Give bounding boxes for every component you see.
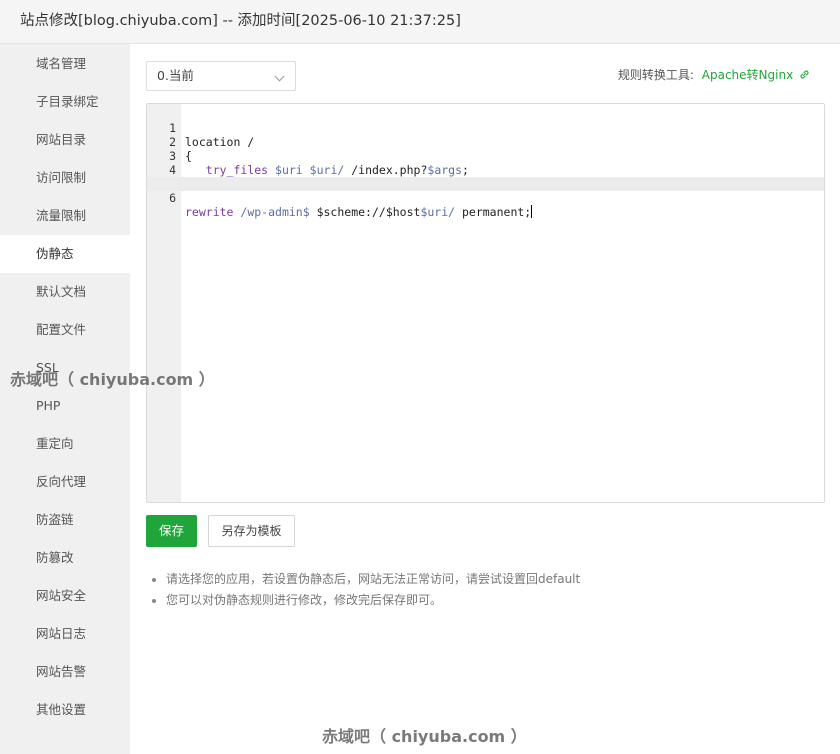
tip-item: 您可以对伪静态规则进行修改，修改完后保存即可。	[152, 590, 580, 611]
code-line: 3 try_files $uri $uri/ /index.php?$args;	[147, 135, 824, 177]
sidebar-item-traffic-limit[interactable]: 流量限制	[0, 197, 130, 235]
window-title: 站点修改[blog.chiyuba.com] -- 添加时间[2025-06-1…	[0, 0, 840, 44]
converter-link-text: Apache转Nginx	[701, 68, 794, 82]
rewrite-template-select[interactable]: 0.当前	[146, 61, 296, 91]
code-line: 5	[147, 163, 824, 191]
sidebar-item-site-directory[interactable]: 网站目录	[0, 121, 130, 159]
code-line: 2 {	[147, 121, 824, 163]
select-value: 0.当前	[157, 68, 194, 83]
apache-to-nginx-link[interactable]: Apache转Nginx	[702, 68, 810, 82]
sidebar-item-site-security[interactable]: 网站安全	[0, 577, 130, 615]
line-number: 6	[169, 191, 176, 205]
converter-label: 规则转换工具:	[617, 68, 694, 82]
sidebar-item-rewrite[interactable]: 伪静态	[0, 235, 130, 273]
chevron-down-icon	[274, 71, 285, 82]
sidebar-item-hotlink[interactable]: 防盗链	[0, 501, 130, 539]
sidebar-item-site-log[interactable]: 网站日志	[0, 615, 130, 653]
sidebar-item-default-doc[interactable]: 默认文档	[0, 273, 130, 311]
sidebar-item-redirect[interactable]: 重定向	[0, 425, 130, 463]
tips-list: 请选择您的应用，若设置伪静态后，网站无法正常访问，请尝试设置回default 您…	[152, 569, 580, 611]
save-button[interactable]: 保存	[146, 515, 197, 547]
rewrite-code-editor[interactable]: 1 location / 2 { 3 try_files $uri $uri/ …	[146, 103, 825, 503]
settings-sidebar: 域名管理 子目录绑定 网站目录 访问限制 流量限制 伪静态 默认文档 配置文件 …	[0, 44, 130, 754]
sidebar-item-site-alert[interactable]: 网站告警	[0, 653, 130, 691]
sidebar-item-config-file[interactable]: 配置文件	[0, 311, 130, 349]
code-line: 4 }	[147, 149, 824, 191]
rule-converter: 规则转换工具: Apache转Nginx	[618, 66, 810, 83]
code-line-active: 6 rewrite /wp-admin$ $scheme://$host$uri…	[147, 177, 824, 219]
tip-item: 请选择您的应用，若设置伪静态后，网站无法正常访问，请尝试设置回default	[152, 569, 580, 590]
text-cursor	[531, 205, 533, 218]
sidebar-item-other-settings[interactable]: 其他设置	[0, 691, 130, 729]
code-text: rewrite /wp-admin$ $scheme://$host$uri/ …	[185, 205, 533, 219]
sidebar-item-subdirectory[interactable]: 子目录绑定	[0, 83, 130, 121]
sidebar-item-access-limit[interactable]: 访问限制	[0, 159, 130, 197]
sidebar-item-domain[interactable]: 域名管理	[0, 45, 130, 83]
sidebar-item-reverse-proxy[interactable]: 反向代理	[0, 463, 130, 501]
sidebar-item-tamper-proof[interactable]: 防篡改	[0, 539, 130, 577]
sidebar-item-ssl[interactable]: SSL	[0, 349, 130, 387]
code-line: 1 location /	[147, 107, 824, 149]
rewrite-panel: 0.当前 规则转换工具: Apache转Nginx 1 location / 2…	[130, 44, 840, 754]
link-icon	[800, 70, 809, 79]
sidebar-item-php[interactable]: PHP	[0, 387, 130, 425]
save-as-template-button[interactable]: 另存为模板	[208, 515, 295, 547]
